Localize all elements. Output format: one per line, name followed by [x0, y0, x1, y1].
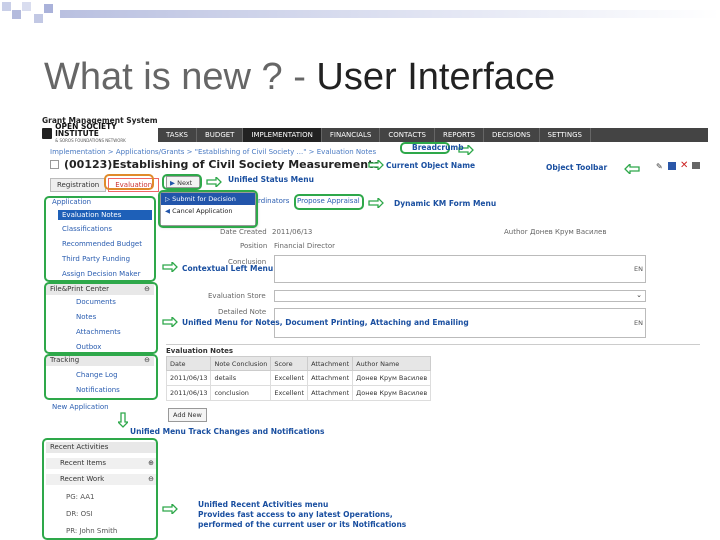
conclusion-field[interactable]: EN [274, 255, 646, 283]
slide-title: What is new ? - User Interface [44, 56, 555, 99]
date-created-value: 2011/06/13 [272, 228, 313, 236]
cell-attachment[interactable]: Attachment [307, 385, 354, 401]
osi-logo-icon [42, 127, 53, 139]
cell-author-name: Донев Крум Василев [352, 370, 432, 386]
arrow-right-icon [206, 177, 222, 187]
annotation-track-changes: Unified Menu Track Changes and Notificat… [130, 427, 325, 436]
nav-settings[interactable]: SETTINGS [540, 128, 591, 142]
highlight-km-form [294, 194, 364, 210]
edit-icon[interactable]: ✎ [656, 162, 664, 171]
position-label: Position [240, 242, 268, 250]
table-row[interactable]: 2011/06/13 details Excellent Attachment … [165, 370, 432, 386]
annotation-object-toolbar: Object Toolbar [546, 163, 608, 172]
arrow-down-icon [118, 412, 128, 428]
nav-implementation[interactable]: IMPLEMENTATION [243, 128, 322, 142]
decorative-header-squares [0, 0, 720, 30]
cell-note-conclusion: details [210, 370, 272, 386]
annotation-contextual-left: Contextual Left Menu [182, 264, 274, 273]
nav-tasks[interactable]: TASKS [158, 128, 197, 142]
annotation-recent-line2: Provides fast access to any latest Opera… [198, 510, 393, 519]
annotation-km-form: Dynamic KM Form Menu [394, 199, 497, 208]
save-icon[interactable] [668, 162, 676, 170]
org-name: OPEN SOCIETY INSTITUTE [55, 121, 117, 138]
arrow-right-icon [368, 198, 384, 208]
col-note-conclusion[interactable]: Note Conclusion [210, 356, 272, 371]
annotation-status-menu: Unified Status Menu [228, 175, 314, 184]
highlight-contextual-menu [44, 196, 156, 282]
highlight-status-menu [162, 174, 202, 190]
cell-score: Excellent [270, 385, 309, 401]
chevron-down-icon: ⌄ [636, 291, 642, 299]
highlight-popup [158, 190, 258, 228]
annotation-recent-line1: Unified Recent Activities menu [198, 500, 329, 509]
object-name: (00123)Establishing of Civil Society Mea… [64, 158, 380, 171]
arrow-right-icon [162, 504, 178, 514]
nav-decisions[interactable]: DECISIONS [484, 128, 540, 142]
evaluation-store-label: Evaluation Store [208, 292, 266, 300]
cell-date: 2011/06/13 [165, 385, 212, 401]
org-logo: OPEN SOCIETY INSTITUTE & SOROS FOUNDATION… [42, 122, 154, 143]
highlight-file-print [44, 282, 158, 354]
coordinators-link[interactable]: rdinators [258, 197, 289, 205]
slide-title-prefix: What is new ? - [44, 56, 317, 98]
cell-score: Excellent [270, 370, 309, 386]
author-value: Донев Крум Василев [530, 228, 607, 236]
cell-author-name: Донев Крум Василев [352, 385, 432, 401]
nav-financials[interactable]: FINANCIALS [322, 128, 381, 142]
evaluation-notes-table: Date Note Conclusion Score Attachment Au… [165, 356, 432, 401]
arrow-right-icon [368, 160, 384, 170]
arrow-right-icon [162, 317, 178, 327]
breadcrumb[interactable]: Implementation > Applications/Grants > "… [50, 148, 376, 156]
arrow-left-icon [624, 164, 640, 174]
highlight-recent-activities [42, 438, 158, 540]
checkbox-icon[interactable] [50, 160, 59, 169]
new-application-link[interactable]: New Application [52, 403, 109, 411]
highlight-tracking [44, 354, 158, 400]
position-value: Financial Director [274, 242, 335, 250]
col-date[interactable]: Date [165, 356, 212, 371]
col-attachment[interactable]: Attachment [307, 356, 354, 371]
nav-budget[interactable]: BUDGET [197, 128, 244, 142]
close-icon[interactable]: ✕ [680, 160, 688, 171]
app-screenshot: Grant Management System OPEN SOCIETY INS… [40, 112, 708, 540]
col-author-name[interactable]: Author Name [352, 356, 432, 371]
top-navigation: TASKS BUDGET IMPLEMENTATION FINANCIALS C… [158, 128, 708, 142]
print-icon[interactable] [692, 162, 700, 169]
date-created-label: Date Created [220, 228, 267, 236]
nav-contacts[interactable]: CONTACTS [380, 128, 435, 142]
highlight-evaluation-tab [104, 174, 154, 190]
annotation-recent-line3: performed of the current user or its Not… [198, 520, 407, 529]
lang-indicator: EN [634, 265, 643, 273]
cell-date: 2011/06/13 [165, 370, 212, 386]
add-new-button[interactable]: Add New [168, 408, 207, 422]
evaluation-store-select[interactable]: ⌄ [274, 290, 646, 302]
annotation-object-name: Current Object Name [386, 161, 476, 170]
lang-indicator: EN [634, 319, 643, 327]
nav-reports[interactable]: REPORTS [435, 128, 485, 142]
author-label: Author [504, 228, 528, 236]
annotation-breadcrumb: Breadcrumb [412, 143, 464, 152]
cell-note-conclusion: conclusion [210, 385, 272, 401]
detailed-note-label: Detailed Note [218, 308, 267, 316]
table-row[interactable]: 2011/06/13 conclusion Excellent Attachme… [165, 385, 432, 401]
evaluation-notes-title: Evaluation Notes [166, 344, 700, 355]
arrow-right-icon [162, 262, 178, 272]
col-score[interactable]: Score [270, 356, 309, 371]
tab-registration[interactable]: Registration [50, 178, 107, 192]
org-subtitle: & SOROS FOUNDATIONS NETWORK [55, 137, 126, 143]
cell-attachment[interactable]: Attachment [307, 370, 354, 386]
annotation-unified-notes: Unified Menu for Notes, Document Printin… [182, 318, 469, 327]
slide-title-main: User Interface [316, 56, 556, 98]
